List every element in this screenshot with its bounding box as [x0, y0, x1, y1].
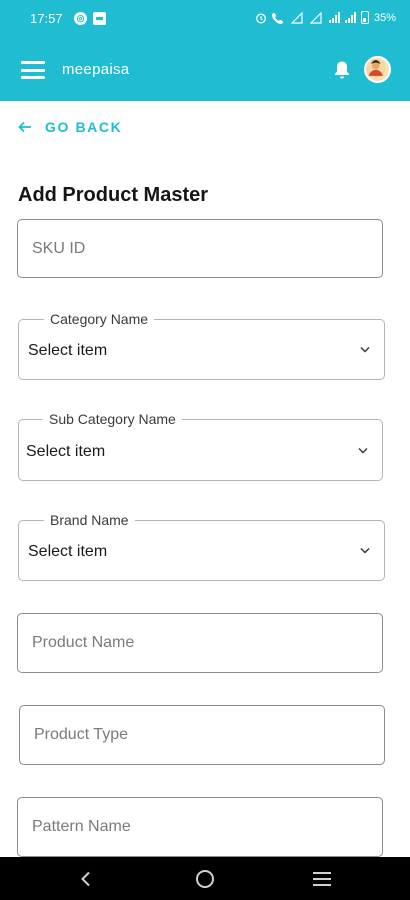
- chevron-down-icon: [360, 347, 370, 353]
- category-name-select[interactable]: Category Name Select item: [18, 311, 385, 380]
- recents-icon[interactable]: [313, 872, 331, 886]
- signal-bars-icon: [328, 12, 340, 23]
- battery-percent: 35%: [373, 11, 396, 24]
- pattern-name-input[interactable]: [18, 798, 382, 856]
- status-time: 17:57: [30, 11, 63, 26]
- brand-name-select[interactable]: Brand Name Select item: [18, 512, 385, 581]
- category-name-value: Select item: [28, 342, 108, 359]
- product-type-input[interactable]: [20, 706, 384, 764]
- page-title: Add Product Master: [18, 184, 209, 206]
- notification-square-icon: [93, 12, 106, 25]
- hamburger-menu-icon[interactable]: [21, 61, 45, 79]
- product-type-field[interactable]: [19, 705, 385, 765]
- signal-icon: [309, 11, 322, 24]
- back-icon[interactable]: [80, 871, 92, 887]
- brand-name-label: Brand Name: [44, 512, 135, 528]
- status-right-icons: 35%: [255, 11, 396, 24]
- sku-id-field[interactable]: [17, 219, 383, 278]
- sub-category-name-value: Select item: [26, 443, 106, 460]
- bell-icon[interactable]: [333, 60, 351, 80]
- system-nav-bar: [0, 857, 410, 900]
- sync-icon: ◎: [74, 12, 87, 25]
- sku-id-input[interactable]: [18, 220, 382, 277]
- battery-icon: [360, 11, 369, 24]
- lte-icon: [290, 11, 303, 24]
- arrow-left-icon: [18, 121, 31, 133]
- user-avatar[interactable]: [364, 56, 391, 83]
- app-title: meepaisa: [62, 61, 130, 78]
- category-name-label: Category Name: [44, 311, 155, 327]
- sub-category-name-select[interactable]: Sub Category Name Select item: [18, 411, 383, 481]
- volte-call-icon: [271, 12, 283, 24]
- product-name-input[interactable]: [18, 614, 382, 672]
- home-icon[interactable]: [196, 870, 214, 888]
- product-name-field[interactable]: [17, 613, 383, 673]
- brand-name-value: Select item: [28, 543, 108, 560]
- chevron-down-icon: [358, 448, 368, 454]
- alarm-icon: [256, 13, 266, 23]
- status-left-icons: ◎: [74, 12, 106, 25]
- status-bar: 17:57 ◎ 35%: [0, 0, 410, 38]
- sub-category-name-label: Sub Category Name: [43, 411, 182, 427]
- go-back-label: GO BACK: [45, 119, 123, 135]
- go-back-button[interactable]: GO BACK: [18, 119, 122, 135]
- chevron-down-icon: [360, 548, 370, 554]
- app-bar: meepaisa: [0, 38, 410, 101]
- signal-bars-icon: [344, 12, 356, 23]
- pattern-name-field[interactable]: [17, 797, 383, 857]
